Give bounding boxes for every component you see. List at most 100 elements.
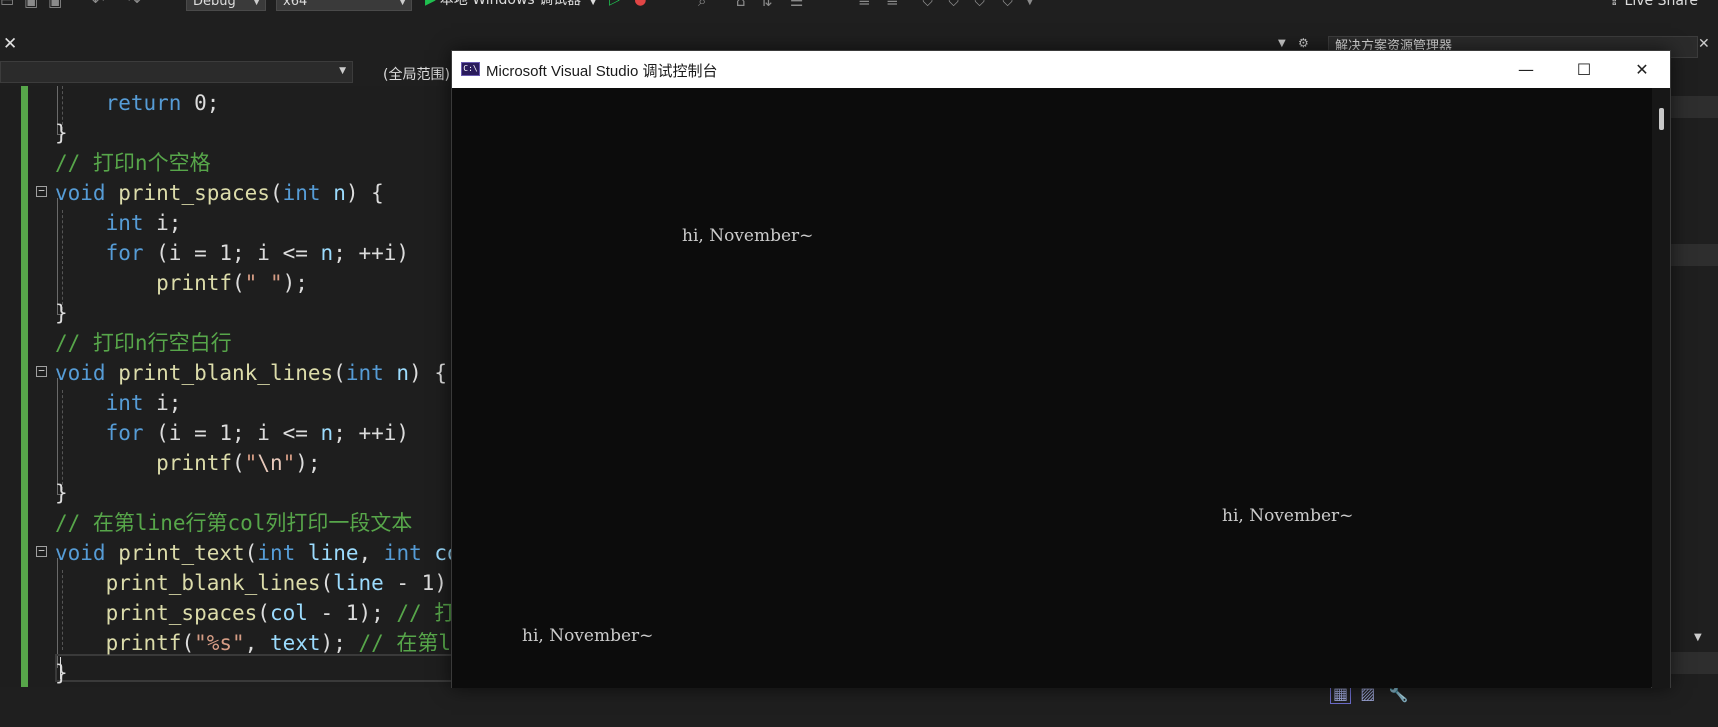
config-select[interactable]: Debug ▼	[186, 0, 266, 11]
code-token: (i = 1; i <=	[143, 421, 321, 445]
code-token: int	[345, 361, 384, 385]
bookmark-icon[interactable]: ⛉	[922, 0, 933, 9]
code-token: int	[383, 541, 422, 565]
redo-icon[interactable]: ↷	[128, 0, 141, 9]
code-token: ,	[358, 541, 384, 565]
gear-icon[interactable]: ⚙	[1298, 36, 1309, 50]
code-line: void print_spaces(int n) {	[55, 178, 515, 208]
code-line: }	[55, 658, 515, 688]
code-token: print_text	[118, 541, 245, 565]
console-output-line: hi, November~	[682, 226, 814, 246]
code-token: print_spaces	[105, 601, 258, 625]
live-share-label: Live Share	[1624, 0, 1698, 9]
chevron-down-icon[interactable]: ▼	[1278, 38, 1286, 49]
code-token: print_blank_lines	[118, 361, 334, 385]
fold-toggle-icon[interactable]: −	[36, 185, 47, 197]
bookmark-prev-icon[interactable]: ⛉	[948, 0, 959, 9]
code-token: int	[282, 181, 321, 205]
minimize-button[interactable]: —	[1497, 51, 1555, 88]
share-icon: ⇪	[1608, 0, 1621, 9]
code-token: int	[105, 211, 144, 235]
home-icon[interactable]: ⌂	[736, 0, 746, 9]
start-debugging-button[interactable]: ▶ 本地 Windows 调试器 ▼ ▷ ●	[425, 0, 646, 10]
save-icon[interactable]: ▣	[24, 0, 38, 9]
code-token: void	[55, 541, 106, 565]
panel-row	[1670, 244, 1718, 266]
code-token: line	[307, 541, 359, 565]
console-title-bar[interactable]: C:\ Microsoft Visual Studio 调试控制台 — ☐ ✕	[452, 51, 1670, 88]
console-scrollbar[interactable]	[1652, 88, 1670, 688]
close-icon[interactable]: ✕	[1698, 36, 1710, 52]
console-app-icon: C:\	[461, 62, 480, 76]
code-line: printf("%s", text); // 在第l	[55, 628, 515, 658]
chevron-down-icon: ▼	[589, 0, 597, 7]
open-folder-icon[interactable]: ▭	[0, 0, 14, 9]
close-icon[interactable]: ✕	[3, 36, 17, 53]
code-token: i;	[143, 211, 182, 235]
project-dropdown[interactable]: ▼	[0, 61, 353, 83]
bookmark-next-icon[interactable]: ⛉	[974, 0, 985, 9]
bookmark-clear-icon[interactable]: ⛉	[1002, 0, 1013, 9]
code-token: (i = 1; i <=	[143, 241, 321, 265]
code-token: }	[55, 121, 68, 145]
code-token: );	[295, 451, 321, 475]
chevron-down-icon[interactable]: ▼	[1694, 632, 1702, 643]
undo-icon[interactable]: ↶	[92, 0, 105, 9]
save-all-icon[interactable]: ▣	[48, 0, 62, 9]
code-token: print_blank_lines	[105, 571, 321, 595]
code-token: "%s"	[194, 631, 245, 655]
code-line: return 0;	[55, 88, 515, 118]
code-token: for	[105, 421, 144, 445]
console-scrollbar-thumb[interactable]	[1659, 108, 1664, 130]
code-token: 0;	[181, 91, 220, 115]
code-token: );	[282, 271, 308, 295]
code-token: ; ++i)	[333, 241, 410, 265]
step-icon[interactable]: ⇅	[760, 0, 773, 9]
code-token: (	[244, 541, 258, 565]
code-token: // 在第line行第col列打印一段文本	[55, 511, 413, 535]
code-line: // 在第line行第col列打印一段文本	[55, 508, 515, 538]
console-output-area[interactable]	[452, 88, 1651, 688]
code-token: }	[55, 661, 68, 685]
code-token: n	[396, 361, 410, 385]
console-output-line: hi, November~	[522, 626, 654, 646]
maximize-button[interactable]: ☐	[1555, 51, 1613, 88]
config-value: Debug	[193, 0, 236, 9]
code-token: void	[55, 361, 106, 385]
chevron-down-icon[interactable]: ▼	[1026, 0, 1034, 9]
start-without-debug-icon[interactable]: ▷	[609, 0, 620, 8]
chevron-down-icon: ▼	[399, 0, 406, 7]
code-token: return	[105, 91, 182, 115]
code-token: (	[333, 361, 346, 385]
platform-select[interactable]: x64 ▼	[276, 0, 412, 11]
format-icon[interactable]: ☰	[790, 0, 803, 9]
chevron-down-icon: ▼	[253, 0, 260, 7]
code-token: n	[320, 421, 334, 445]
code-token: void	[55, 181, 106, 205]
code-line: for (i = 1; i <= n; ++i)	[55, 418, 515, 448]
scope-dropdown[interactable]: (全局范围)	[383, 64, 450, 84]
code-token: // 打印n个空格	[55, 151, 211, 175]
code-line: // 打印n行空白行	[55, 328, 515, 358]
comment-icon[interactable]: ≡	[858, 0, 871, 9]
code-token: printf	[156, 451, 233, 475]
close-button[interactable]: ✕	[1613, 51, 1671, 88]
live-share-button[interactable]: ⇪ Live Share	[1608, 0, 1698, 9]
uncomment-icon[interactable]: ≡	[886, 0, 899, 9]
change-tracking-bar	[21, 86, 28, 687]
fold-toggle-icon[interactable]: −	[36, 545, 47, 557]
record-icon[interactable]: ●	[634, 0, 646, 8]
code-line: for (i = 1; i <= n; ++i)	[55, 238, 515, 268]
code-token: - 1);	[307, 601, 397, 625]
find-icon[interactable]: ⌕	[698, 0, 706, 9]
code-token: print_spaces	[118, 181, 270, 205]
debug-console-window[interactable]: C:\ Microsoft Visual Studio 调试控制台 — ☐ ✕ …	[451, 50, 1671, 688]
fold-toggle-icon[interactable]: −	[36, 365, 47, 377]
